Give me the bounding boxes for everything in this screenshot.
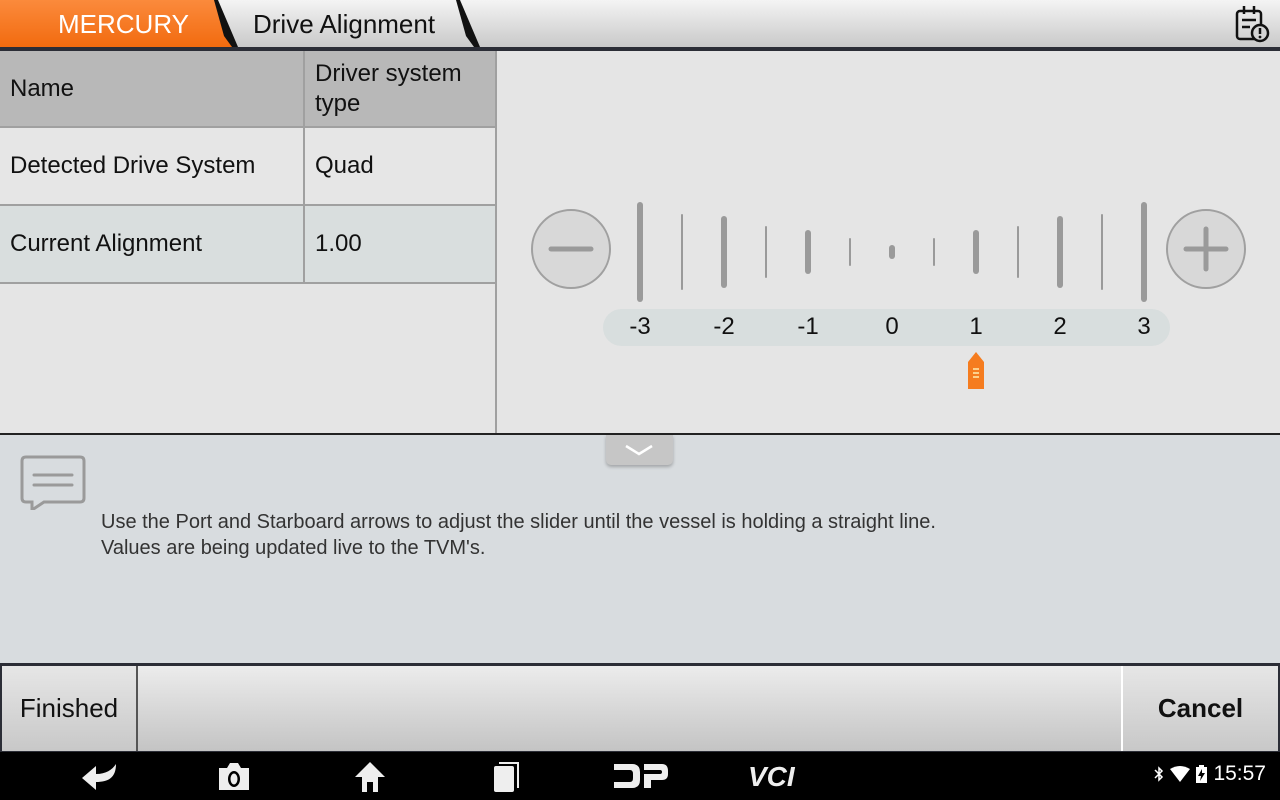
column-header-name: Name [0,51,305,126]
increase-button[interactable] [1166,209,1246,289]
tick-label: -3 [629,313,651,340]
calendar-alert-icon[interactable] [1234,5,1270,43]
action-bar: Finished Cancel [0,663,1280,752]
breadcrumb-separator-icon [456,0,480,47]
status-area: 15:57 [1154,762,1266,786]
action-bar-background [2,666,1278,751]
column-header-type: Driver system type [315,59,462,117]
breadcrumb-separator-icon [214,0,238,47]
breadcrumb-brand[interactable]: MERCURY [0,0,236,47]
minor-tick [681,214,683,290]
minus-icon [548,246,594,252]
tick-label: 0 [885,313,899,340]
title-bar: MERCURY Drive Alignment [0,0,1280,47]
major-tick [889,245,895,259]
row-value: Quad [315,152,374,179]
decrease-button[interactable] [531,209,611,289]
tick-label: -1 [797,313,819,340]
dp-logo-icon[interactable] [612,760,670,792]
row-name: Current Alignment [0,206,305,282]
minor-tick [933,238,935,266]
minor-tick [1101,214,1103,290]
cancel-button[interactable]: Cancel [1121,666,1278,751]
row-name: Detected Drive System [0,128,305,204]
finished-button[interactable]: Finished [2,666,138,751]
slider-thumb[interactable] [967,352,985,390]
vci-logo-icon[interactable]: VCI [746,760,812,792]
tick-label: 3 [1137,313,1151,340]
recent-apps-icon[interactable] [490,760,522,792]
screenshot-camera-icon[interactable] [216,760,252,792]
table-row: Detected Drive System Quad [0,128,495,206]
major-tick [805,230,811,274]
vci-label: VCI [748,761,796,792]
plus-icon [1183,226,1229,272]
brand-label: MERCURY [58,9,189,39]
minor-tick [849,238,851,266]
page-title: Drive Alignment [253,9,436,39]
bluetooth-icon [1154,766,1164,782]
instruction-line-2: Values are being updated live to the TVM… [101,537,486,559]
alignment-slider: -3 -2 -1 0 1 2 3 [497,51,1280,433]
minor-tick [1017,226,1019,278]
app-screen: MERCURY Drive Alignment Name Driver syst… [0,0,1280,800]
battery-charging-icon [1196,765,1208,783]
major-tick [973,230,979,274]
instruction-line-1: Use the Port and Starboard arrows to adj… [101,511,936,533]
tick-label: -2 [713,313,735,340]
home-icon[interactable] [352,760,388,792]
main-panel: Name Driver system type Detected Drive S… [0,51,1280,433]
help-message-panel: Use the Port and Starboard arrows to adj… [0,433,1280,663]
table-header: Name Driver system type [0,51,495,128]
major-tick [721,216,727,288]
tick-label: 2 [1053,313,1067,340]
major-tick [1141,202,1147,302]
collapse-button[interactable] [606,435,673,465]
major-tick [637,202,643,302]
clock: 15:57 [1213,762,1266,785]
system-nav-bar: VCI 15:57 [0,752,1280,800]
chat-message-icon [20,455,86,510]
info-table: Name Driver system type Detected Drive S… [0,51,495,284]
major-tick [1057,216,1063,288]
tick-label: 1 [969,313,983,340]
instruction-text: Use the Port and Starboard arrows to adj… [101,509,936,561]
chevron-down-icon [625,444,653,456]
back-icon[interactable] [80,760,120,792]
minor-tick [765,226,767,278]
wifi-icon [1170,766,1191,782]
table-row: Current Alignment 1.00 [0,206,495,284]
row-value: 1.00 [315,230,362,257]
